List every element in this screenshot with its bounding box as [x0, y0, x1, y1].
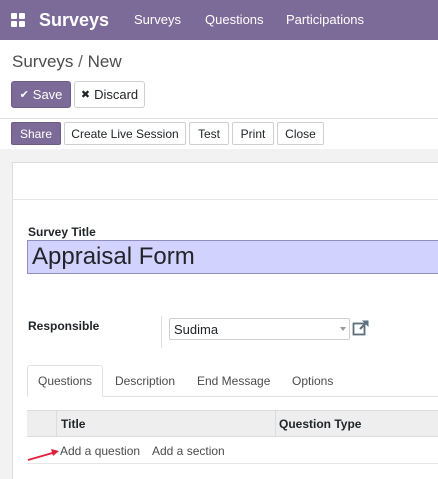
tab-end-message[interactable]: End Message: [197, 374, 270, 388]
breadcrumb: Surveys / New: [12, 52, 122, 72]
app-brand[interactable]: Surveys: [39, 10, 109, 31]
handle-column-header: [27, 411, 57, 436]
nav-surveys[interactable]: Surveys: [134, 12, 181, 27]
nav-questions[interactable]: Questions: [205, 12, 264, 27]
breadcrumb-separator: /: [78, 52, 83, 71]
column-header-title[interactable]: Title: [61, 417, 85, 431]
breadcrumb-parent[interactable]: Surveys: [12, 52, 73, 71]
save-label: Save: [32, 87, 63, 102]
share-button[interactable]: Share: [11, 122, 61, 145]
column-separator: [275, 411, 276, 436]
responsible-select[interactable]: Sudima: [169, 318, 350, 340]
responsible-value: Sudima: [174, 321, 219, 337]
test-button[interactable]: Test: [189, 122, 229, 145]
chevron-down-icon: [340, 327, 346, 331]
tab-questions[interactable]: Questions: [27, 365, 103, 397]
apps-menu-icon[interactable]: [11, 13, 25, 27]
check-icon: ✔: [19, 89, 29, 101]
tab-options[interactable]: Options: [292, 374, 333, 388]
field-divider: [161, 316, 162, 348]
breadcrumb-current: New: [87, 52, 122, 71]
tab-description[interactable]: Description: [115, 374, 175, 388]
column-header-question-type[interactable]: Question Type: [279, 417, 361, 431]
questions-table-header: Title Question Type: [27, 410, 438, 437]
create-live-session-button[interactable]: Create Live Session: [64, 122, 186, 145]
close-icon: ✖: [80, 89, 91, 101]
survey-title-label: Survey Title: [28, 225, 96, 239]
responsible-label: Responsible: [28, 319, 100, 333]
sheet-header-divider: [12, 199, 438, 200]
close-button[interactable]: Close: [277, 122, 324, 145]
top-navbar: Surveys Surveys Questions Participations: [0, 0, 438, 40]
nav-participations[interactable]: Participations: [286, 12, 364, 27]
print-button[interactable]: Print: [232, 122, 274, 145]
add-section-link[interactable]: Add a section: [152, 444, 225, 458]
discard-label: Discard: [94, 87, 139, 102]
save-button[interactable]: ✔ Save: [11, 81, 71, 108]
discard-button[interactable]: ✖ Discard: [74, 81, 145, 108]
add-question-link[interactable]: Add a question: [60, 444, 140, 458]
survey-title-input[interactable]: Appraisal Form: [27, 240, 438, 274]
control-panel-divider: [0, 118, 438, 119]
annotation-arrow-icon: [27, 449, 59, 461]
external-link-icon[interactable]: [352, 319, 370, 337]
